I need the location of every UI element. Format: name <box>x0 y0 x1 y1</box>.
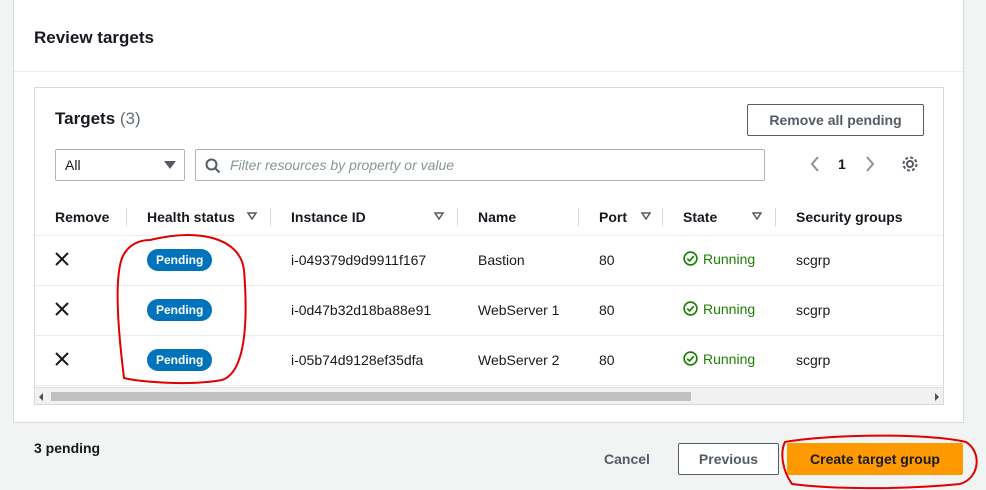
column-label: Port <box>599 208 627 225</box>
chevron-left-icon[interactable] <box>809 155 821 173</box>
panel-header: Review targets <box>14 0 963 72</box>
column-label: Health status <box>147 208 235 225</box>
status-ok-icon <box>683 301 698 316</box>
state-text: Running <box>703 350 756 367</box>
remove-all-pending-button[interactable]: Remove all pending <box>747 104 924 136</box>
name-cell: WebServer 1 <box>458 285 579 336</box>
table-header-row: Remove Health status Instance ID Name Po… <box>35 199 943 236</box>
table-row: Pending i-0d47b32d18ba88e91 WebServer 1 … <box>35 285 943 336</box>
name-cell: Bastion <box>458 235 579 286</box>
filter-select-value: All <box>65 157 81 173</box>
port-cell: 80 <box>579 235 663 286</box>
column-header-name: Name <box>458 199 579 236</box>
status-ok-icon <box>683 351 698 366</box>
table-row: Pending i-05b74d9128ef35dfa WebServer 2 … <box>35 335 943 386</box>
health-cell: Pending <box>127 285 271 336</box>
create-target-group-button[interactable]: Create target group <box>787 443 963 475</box>
targets-container: Targets (3) Remove all pending All 1 <box>34 87 944 405</box>
remove-cell <box>35 285 127 336</box>
cancel-button[interactable]: Cancel <box>590 443 664 475</box>
sort-caret-icon[interactable] <box>434 212 444 220</box>
state-cell: Running <box>663 335 776 386</box>
column-header-instance-id[interactable]: Instance ID <box>271 199 458 236</box>
previous-button[interactable]: Previous <box>678 443 779 475</box>
scroll-left-icon[interactable] <box>39 393 43 401</box>
targets-title: Targets (3) <box>55 109 141 129</box>
port-cell: 80 <box>579 335 663 386</box>
gear-icon[interactable] <box>901 155 919 173</box>
sort-caret-icon[interactable] <box>641 212 651 220</box>
column-label: Instance ID <box>291 208 366 225</box>
sort-caret-icon[interactable] <box>247 212 257 220</box>
targets-title-text: Targets <box>55 109 116 128</box>
sort-caret-icon[interactable] <box>752 212 762 220</box>
health-cell: Pending <box>127 235 271 286</box>
panel-title: Review targets <box>34 28 154 47</box>
state-text: Running <box>703 300 756 317</box>
security-group-cell: scgrp <box>776 285 943 336</box>
close-icon[interactable] <box>55 301 69 316</box>
state-text: Running <box>703 250 756 267</box>
security-group-cell: scgrp <box>776 335 943 386</box>
table-row: Pending i-049379d9d9911f167 Bastion 80 R… <box>35 235 943 286</box>
targets-table: Remove Health status Instance ID Name Po… <box>35 199 943 386</box>
port-cell: 80 <box>579 285 663 336</box>
page-number[interactable]: 1 <box>838 156 846 172</box>
column-header-port[interactable]: Port <box>579 199 663 236</box>
horizontal-scrollbar[interactable] <box>35 387 943 404</box>
state-cell: Running <box>663 235 776 286</box>
status-badge: Pending <box>147 299 213 321</box>
column-header-health-status[interactable]: Health status <box>127 199 271 236</box>
search-icon <box>205 158 221 174</box>
scrollbar-thumb[interactable] <box>51 392 691 401</box>
state-cell: Running <box>663 285 776 336</box>
scroll-right-icon[interactable] <box>935 393 939 401</box>
column-header-security-groups[interactable]: Security groups <box>776 199 943 236</box>
state-indicator: Running <box>683 301 755 317</box>
state-indicator: Running <box>683 251 755 267</box>
targets-table-wrapper: Remove Health status Instance ID Name Po… <box>35 199 943 389</box>
filter-property-select[interactable]: All <box>55 149 185 181</box>
health-cell: Pending <box>127 335 271 386</box>
remove-cell <box>35 235 127 286</box>
review-targets-panel: Review targets Targets (3) Remove all pe… <box>13 0 964 423</box>
remove-cell <box>35 335 127 386</box>
instance-id-cell: i-0d47b32d18ba88e91 <box>271 285 458 336</box>
status-badge: Pending <box>147 349 213 371</box>
chevron-right-icon[interactable] <box>864 155 876 173</box>
column-header-remove: Remove <box>35 199 127 236</box>
filter-search-field[interactable] <box>195 149 765 181</box>
instance-id-cell: i-049379d9d9911f167 <box>271 235 458 286</box>
pending-count: 3 pending <box>34 440 101 456</box>
status-badge: Pending <box>147 249 213 271</box>
column-label: State <box>683 208 718 225</box>
name-cell: WebServer 2 <box>458 335 579 386</box>
targets-count: (3) <box>119 109 141 128</box>
column-header-state[interactable]: State <box>663 199 776 236</box>
state-indicator: Running <box>683 351 755 367</box>
instance-id-cell: i-05b74d9128ef35dfa <box>271 335 458 386</box>
column-label: Name <box>478 208 517 225</box>
column-label: Remove <box>55 208 110 225</box>
column-label: Security groups <box>796 208 903 225</box>
close-icon[interactable] <box>55 351 69 366</box>
status-ok-icon <box>683 251 698 266</box>
close-icon[interactable] <box>55 251 69 266</box>
caret-down-icon <box>164 161 176 169</box>
security-group-cell: scgrp <box>776 235 943 286</box>
search-input[interactable] <box>196 150 764 180</box>
